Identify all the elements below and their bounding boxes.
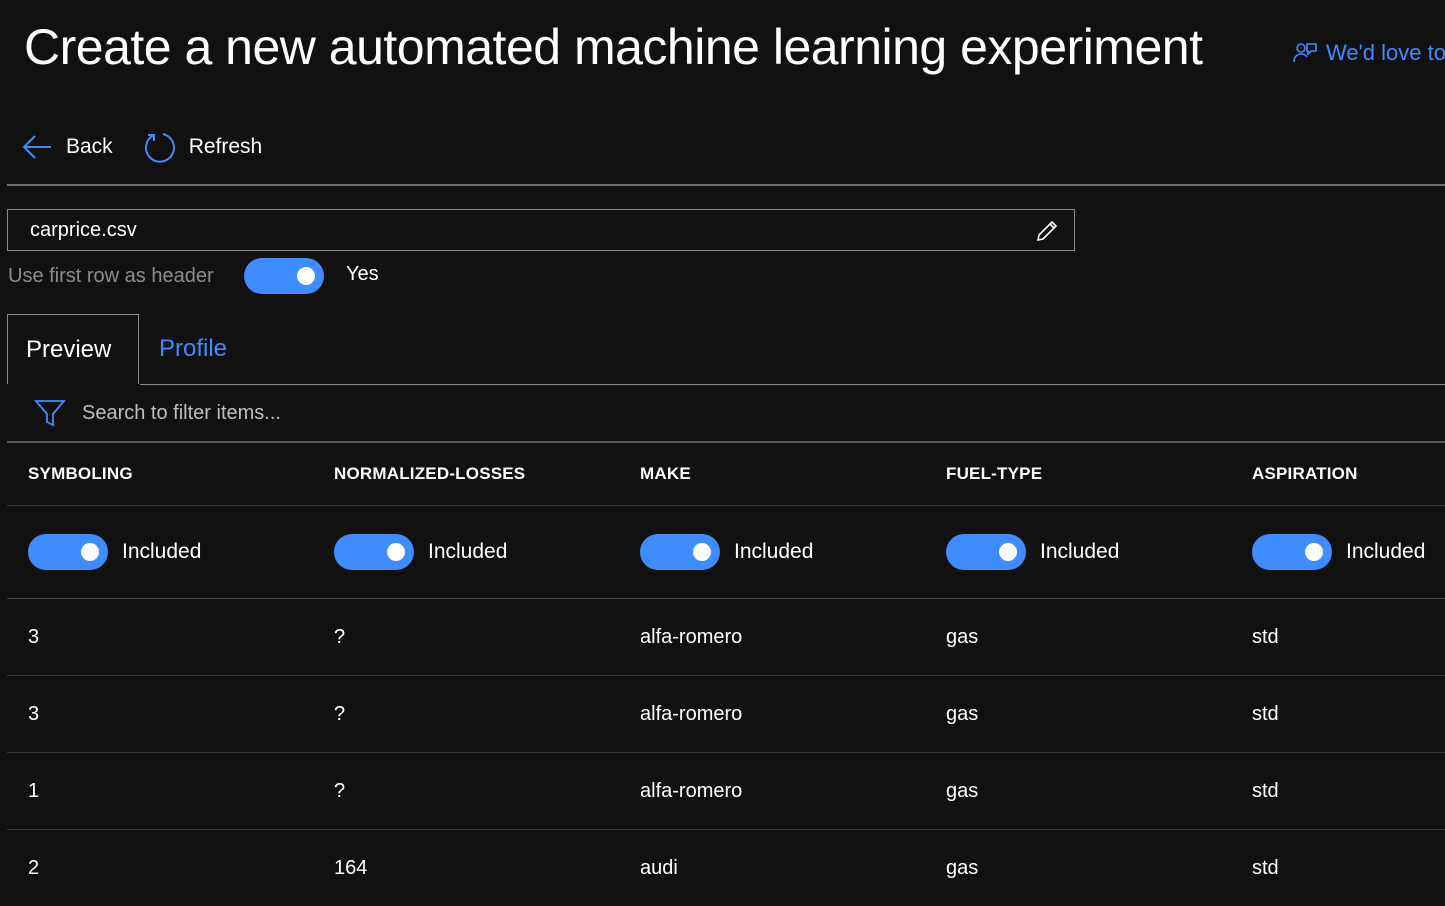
feedback-person-icon: [1293, 43, 1317, 63]
page-title: Create a new automated machine learning …: [24, 19, 1203, 75]
table-cell: 164: [334, 856, 368, 879]
search-box: [34, 398, 584, 428]
back-label: Back: [66, 135, 113, 158]
dataset-name-value: carprice.csv: [30, 218, 137, 241]
refresh-icon: [144, 133, 175, 163]
table-row: 3 ? alfa-romero gas std: [7, 676, 1445, 753]
toolbar-divider: [7, 184, 1445, 186]
table-row: 3 ? alfa-romero gas std: [7, 599, 1445, 676]
table-cell: audi: [640, 856, 678, 879]
toolbar: Back Refresh: [20, 130, 262, 164]
table-cell: std: [1252, 856, 1279, 879]
header-toggle-row: Use first row as header: [8, 258, 324, 294]
column-header[interactable]: FUEL-TYPE: [946, 443, 1042, 505]
table-cell: 1: [28, 779, 40, 802]
table-cell: ?: [334, 779, 346, 802]
header-toggle[interactable]: [243, 258, 324, 294]
table-cell: 3: [28, 702, 40, 725]
column-header[interactable]: NORMALIZED-LOSSES: [334, 443, 525, 505]
refresh-button[interactable]: Refresh: [143, 130, 263, 164]
include-status: Included: [1040, 540, 1120, 563]
include-cell: Included: [334, 506, 507, 598]
page: Create a new automated machine learning …: [0, 0, 1445, 906]
table-cell: gas: [946, 779, 979, 802]
feedback-label: We'd love to: [1326, 40, 1445, 65]
table-cell: alfa-romero: [640, 779, 743, 802]
search-input[interactable]: [80, 400, 584, 426]
tab-profile[interactable]: Profile: [139, 314, 245, 384]
include-status: Included: [1346, 540, 1426, 563]
toggle-knob: [81, 543, 99, 561]
column-header[interactable]: SYMBOLING: [28, 443, 133, 505]
include-cell: Included: [640, 506, 813, 598]
toggle-knob: [693, 543, 711, 561]
table-cell: alfa-romero: [640, 702, 743, 725]
include-status: Included: [734, 540, 814, 563]
refresh-label: Refresh: [188, 135, 263, 158]
include-toggle[interactable]: [640, 534, 720, 570]
toggle-knob: [296, 267, 315, 285]
table-cell: ?: [334, 702, 346, 725]
table-cell: ?: [334, 625, 346, 648]
include-toggle[interactable]: [1252, 534, 1332, 570]
feedback-link[interactable]: We'd love to: [1292, 40, 1445, 66]
table-cell: gas: [946, 856, 979, 879]
tab-bar: Preview Profile: [7, 314, 245, 384]
header-toggle-value: Yes: [346, 263, 379, 285]
arrow-left-icon: [22, 135, 51, 159]
tab-divider: [140, 384, 1445, 385]
table-row: 2 164 audi gas std: [7, 830, 1445, 906]
table-cell: 3: [28, 625, 40, 648]
toggle-knob: [387, 543, 405, 561]
toggle-knob: [1305, 543, 1323, 561]
include-toggle[interactable]: [28, 534, 108, 570]
include-status: Included: [122, 540, 202, 563]
include-cell: Included: [946, 506, 1119, 598]
include-cell: Included: [28, 506, 201, 598]
preview-table: SYMBOLING NORMALIZED-LOSSES MAKE FUEL-TY…: [7, 443, 1445, 906]
table-cell: std: [1252, 779, 1279, 802]
table-cell: alfa-romero: [640, 625, 743, 648]
table-cell: gas: [946, 702, 979, 725]
include-cell: Included: [1252, 506, 1425, 598]
table-cell: std: [1252, 702, 1279, 725]
include-toggle[interactable]: [946, 534, 1026, 570]
pencil-icon[interactable]: [1034, 218, 1060, 244]
table-cell: 2: [28, 856, 40, 879]
column-header[interactable]: ASPIRATION: [1252, 443, 1358, 505]
table-header-row: SYMBOLING NORMALIZED-LOSSES MAKE FUEL-TY…: [7, 443, 1445, 506]
table-cell: std: [1252, 625, 1279, 648]
dataset-name-field[interactable]: carprice.csv: [7, 209, 1075, 251]
toggle-knob: [999, 543, 1017, 561]
filter-icon: [34, 400, 66, 427]
column-header[interactable]: MAKE: [640, 443, 691, 505]
header-toggle-label: Use first row as header: [8, 264, 214, 287]
include-toggle-row: Included Included Included Included Incl…: [7, 506, 1445, 599]
tab-preview[interactable]: Preview: [7, 314, 139, 384]
table-cell: gas: [946, 625, 979, 648]
include-status: Included: [428, 540, 508, 563]
table-row: 1 ? alfa-romero gas std: [7, 753, 1445, 830]
back-button[interactable]: Back: [20, 130, 113, 164]
include-toggle[interactable]: [334, 534, 414, 570]
